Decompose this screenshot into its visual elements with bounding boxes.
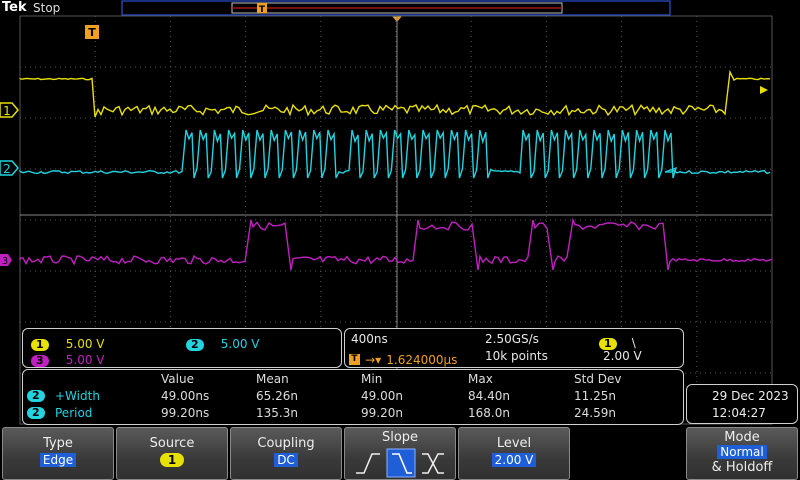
meas-max: 84.40n [468, 389, 510, 403]
brand-logo: Tek [2, 0, 27, 15]
ch3-scale-item[interactable]: 3 5.00 V [31, 349, 105, 368]
ch2-scale: 5.00 V [220, 337, 260, 351]
trigger-slope-symbol: \ [631, 336, 636, 350]
meas-stddev: 24.59n [574, 406, 616, 420]
meas-min: 99.20n [361, 406, 403, 420]
record-trigger-marker-label: T [259, 5, 266, 15]
meas-col-mean: Mean [256, 372, 289, 386]
ch2-badge: 2 [186, 339, 204, 351]
meas-row-name: Period [55, 406, 93, 420]
menu-type-label: Type [43, 436, 73, 451]
meas-col-min: Min [361, 372, 383, 386]
menu-level-label: Level [496, 436, 532, 451]
meas-value: 49.00ns [161, 389, 210, 403]
menu-type-button[interactable]: Type Edge [2, 427, 114, 480]
trigger-flag-label: T [88, 26, 96, 39]
meas-col-max: Max [468, 372, 493, 386]
meas-value: 99.20ns [161, 406, 210, 420]
meas-stddev: 11.25n [574, 389, 616, 403]
meas-row-channel-badge: 2 [27, 407, 45, 419]
ch3-waveform [19, 217, 773, 271]
meas-min: 49.00n [361, 389, 403, 403]
timebase-panel: 400ns 2.50GS/s 1 \ T →▾ 1.624000µs 10k p… [344, 328, 684, 368]
record-length: 10k points [485, 349, 548, 363]
menu-mode-button[interactable]: Mode Normal & Holdoff [686, 427, 798, 480]
trigger-position-icon: T [349, 354, 360, 365]
meas-mean: 135.3n [256, 406, 298, 420]
rising-slope-icon[interactable] [356, 453, 380, 474]
meas-max: 168.0n [468, 406, 510, 420]
channel-scale-panel: 1 5.00 V 2 5.00 V 3 5.00 V [22, 328, 342, 368]
slope-options [356, 448, 444, 478]
ch1-marker-label: 1 [3, 104, 11, 118]
trigger-position-item: T →▾ 1.624000µs [349, 349, 457, 368]
ch3-marker[interactable]: 3 [0, 254, 12, 267]
menu-coupling-button[interactable]: Coupling DC [230, 427, 342, 480]
sample-rate: 2.50GS/s [485, 332, 539, 346]
trigger-level-readout: 2.00 V [603, 349, 642, 363]
meas-mean: 65.26n [256, 389, 298, 403]
date-display: 29 Dec 2023 [712, 389, 789, 403]
trigger-position-value: 1.624000µs [386, 353, 458, 367]
trigger-level-arrow-icon [760, 86, 768, 94]
ch1-waveform [19, 69, 771, 118]
ch2-marker-label: 2 [3, 162, 11, 176]
meas-row[interactable]: 2 Period 99.20ns 135.3n 99.20n 168.0n 24… [27, 406, 677, 421]
meas-row-channel-badge: 2 [27, 390, 45, 402]
ch3-badge: 3 [31, 355, 49, 367]
menu-type-value: Edge [39, 453, 77, 467]
ch1-marker[interactable]: 1 [0, 102, 19, 118]
menu-slope-label: Slope [381, 430, 419, 445]
time-display: 12:04:27 [712, 406, 766, 420]
measurements-panel: Value Mean Min Max Std Dev 2 +Width 49.0… [22, 369, 684, 425]
ch2-scale-item[interactable]: 2 5.00 V [186, 333, 260, 352]
falling-slope-icon[interactable] [386, 448, 416, 478]
ch2-marker[interactable]: 2 [0, 160, 19, 176]
ch3-marker-label: 3 [2, 256, 8, 267]
menu-slope-button[interactable]: Slope [344, 427, 456, 480]
acquisition-status: Stop [33, 1, 61, 15]
menu-level-value: 2.00 V [491, 453, 537, 467]
menu-coupling-label: Coupling [257, 436, 315, 451]
menu-source-button[interactable]: Source 1 [116, 427, 228, 480]
either-slope-icon[interactable] [422, 453, 444, 474]
menu-mode-label: Mode [724, 430, 760, 445]
menu-level-button[interactable]: Level 2.00 V [458, 427, 570, 480]
ch3-scale: 5.00 V [65, 353, 105, 367]
datetime-panel: 29 Dec 2023 12:04:27 [686, 384, 798, 424]
trigger-position-arrow: →▾ [365, 353, 382, 367]
meas-col-value: Value [161, 372, 194, 386]
meas-row[interactable]: 2 +Width 49.00ns 65.26n 49.00n 84.40n 11… [27, 389, 677, 404]
menu-mode-value: Normal [717, 445, 767, 459]
menu-mode-extra: & Holdoff [711, 460, 773, 475]
ch2-waveform [19, 129, 771, 179]
meas-row-name: +Width [55, 389, 100, 403]
meas-col-stddev: Std Dev [574, 372, 622, 386]
menu-source-label: Source [149, 436, 195, 451]
menu-coupling-value: DC [274, 453, 298, 467]
menu-source-value: 1 [159, 453, 185, 467]
time-per-div: 400ns [351, 332, 388, 346]
